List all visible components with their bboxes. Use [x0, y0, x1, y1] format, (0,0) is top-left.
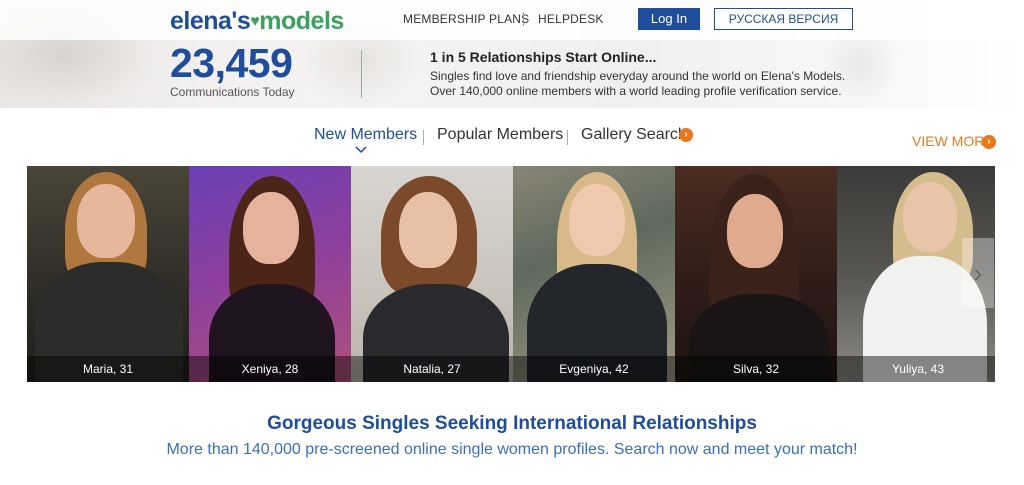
- tagline-line-1: Singles find love and friendship everyda…: [430, 69, 846, 83]
- member-gallery: Maria, 31 Xeniya, 28 Natalia, 27 Evgeniy…: [27, 166, 995, 382]
- tab-divider: [423, 130, 424, 145]
- member-card[interactable]: Silva, 32: [675, 166, 837, 382]
- login-button[interactable]: Log In: [638, 8, 700, 30]
- russian-version-button[interactable]: РУССКАЯ ВЕРСИЯ: [714, 8, 853, 30]
- member-card[interactable]: Maria, 31: [27, 166, 189, 382]
- photo-shape: [903, 182, 957, 252]
- photo-shape: [243, 192, 299, 264]
- chevron-down-icon: [355, 146, 367, 154]
- tab-new-members[interactable]: New Members: [314, 126, 417, 144]
- member-caption: Maria, 31: [27, 356, 189, 382]
- communications-label: Communications Today: [170, 85, 295, 99]
- photo-shape: [77, 184, 135, 258]
- communications-count: 23,459: [170, 40, 293, 86]
- hero-divider: [361, 50, 362, 98]
- tagline-line-2: Over 140,000 online members with a world…: [430, 84, 842, 98]
- tab-popular-members[interactable]: Popular Members: [437, 126, 563, 144]
- nav-divider: [523, 12, 524, 26]
- section-headline: Gorgeous Singles Seeking International R…: [267, 413, 757, 434]
- gallery-next-arrow[interactable]: ›: [962, 238, 994, 308]
- site-logo[interactable]: elena's♥models: [170, 7, 344, 36]
- photo-shape: [399, 192, 457, 268]
- member-card[interactable]: Natalia, 27: [351, 166, 513, 382]
- logo-text-part2: models: [259, 7, 344, 35]
- nav-membership-plans[interactable]: MEMBERSHIP PLANS: [403, 12, 529, 26]
- logo-text-part1: elena's: [170, 7, 251, 35]
- tagline-title: 1 in 5 Relationships Start Online...: [430, 49, 657, 65]
- chevron-right-icon: ›: [973, 258, 983, 288]
- heart-icon: ♥: [250, 13, 260, 30]
- member-caption: Silva, 32: [675, 356, 837, 382]
- member-caption: Natalia, 27: [351, 356, 513, 382]
- member-caption: Xeniya, 28: [189, 356, 351, 382]
- nav-helpdesk[interactable]: HELPDESK: [538, 12, 604, 26]
- member-caption: Yuliya, 43: [837, 356, 995, 382]
- section-subline: More than 140,000 pre-screened online si…: [166, 441, 858, 458]
- tab-gallery-search[interactable]: Gallery Search: [581, 126, 687, 144]
- arrow-right-circle-icon[interactable]: ›: [982, 135, 996, 149]
- photo-shape: [569, 184, 625, 256]
- member-caption: Evgeniya, 42: [513, 356, 675, 382]
- member-card[interactable]: Evgeniya, 42: [513, 166, 675, 382]
- member-card[interactable]: Xeniya, 28: [189, 166, 351, 382]
- photo-shape: [727, 194, 783, 268]
- tab-divider: [567, 130, 568, 145]
- arrow-right-circle-icon[interactable]: ›: [679, 128, 693, 142]
